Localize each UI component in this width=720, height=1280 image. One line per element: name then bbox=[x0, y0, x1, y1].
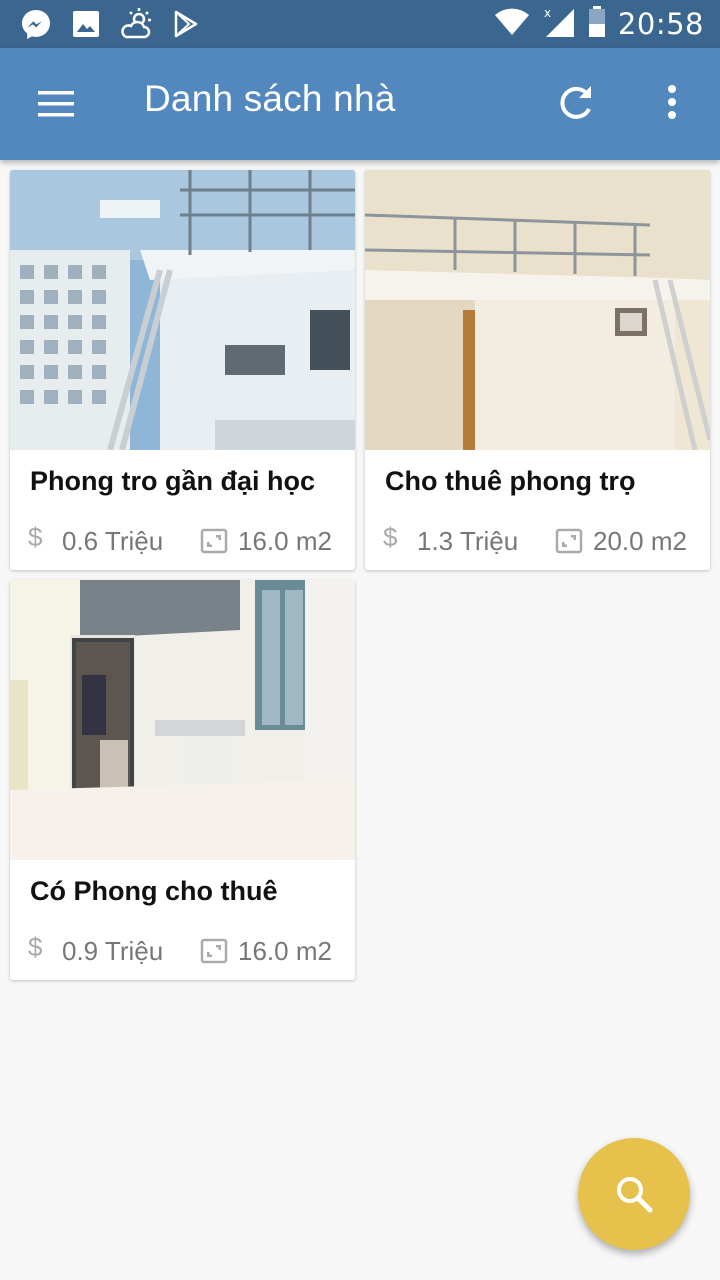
listing-title: Cho thuê phong trọ bbox=[385, 466, 636, 496]
status-bar: x 20:58 bbox=[0, 0, 720, 48]
listing-title: Có Phong cho thuê bbox=[30, 876, 278, 906]
menu-button[interactable] bbox=[26, 74, 86, 134]
listing-meta: $ 0.6 Triệu 16.0 m2 bbox=[28, 522, 348, 562]
app-bar: Danh sách nhà bbox=[0, 48, 720, 160]
listing-area: 16.0 m2 bbox=[238, 936, 332, 966]
clock: 20:58 bbox=[617, 7, 704, 41]
price-icon: $ bbox=[28, 522, 43, 552]
page-title: Danh sách nhà bbox=[144, 78, 396, 119]
menu-icon bbox=[38, 91, 74, 117]
listing-area: 16.0 m2 bbox=[238, 526, 332, 556]
area-icon bbox=[555, 528, 583, 554]
listing-meta: $ 0.9 Triệu 16.0 m2 bbox=[28, 932, 348, 972]
listing-meta: $ 1.3 Triệu 20.0 m2 bbox=[383, 522, 703, 562]
svg-text:x: x bbox=[544, 6, 551, 20]
play-store-icon bbox=[168, 6, 204, 42]
search-icon bbox=[617, 1177, 653, 1213]
image-icon bbox=[68, 6, 104, 42]
wifi-icon bbox=[494, 7, 530, 42]
signal-icon: x bbox=[542, 5, 576, 44]
listing-photo bbox=[10, 170, 355, 450]
refresh-button[interactable] bbox=[548, 74, 604, 130]
listing-card[interactable]: Phong tro gần đại học $ 0.6 Triệu 16.0 m… bbox=[10, 170, 355, 570]
listing-price: 1.3 Triệu bbox=[417, 526, 519, 556]
price-icon: $ bbox=[383, 522, 398, 552]
listing-photo bbox=[10, 580, 355, 860]
listing-card[interactable]: Có Phong cho thuê $ 0.9 Triệu 16.0 m2 bbox=[10, 580, 355, 980]
more-options-button[interactable] bbox=[646, 74, 698, 130]
messenger-icon bbox=[18, 6, 54, 42]
listing-price: 0.9 Triệu bbox=[62, 936, 164, 966]
weather-icon bbox=[118, 6, 154, 42]
listing-price: 0.6 Triệu bbox=[62, 526, 164, 556]
area-icon bbox=[200, 938, 228, 964]
listing-title: Phong tro gần đại học bbox=[30, 466, 315, 496]
refresh-icon bbox=[560, 86, 591, 119]
battery-icon bbox=[588, 5, 606, 43]
area-icon bbox=[200, 528, 228, 554]
more-vert-icon bbox=[668, 85, 676, 119]
search-fab-button[interactable] bbox=[578, 1138, 690, 1250]
listing-photo bbox=[365, 170, 710, 450]
listing-area: 20.0 m2 bbox=[593, 526, 687, 556]
listing-card[interactable]: Cho thuê phong trọ $ 1.3 Triệu 20.0 m2 bbox=[365, 170, 710, 570]
price-icon: $ bbox=[28, 932, 43, 962]
